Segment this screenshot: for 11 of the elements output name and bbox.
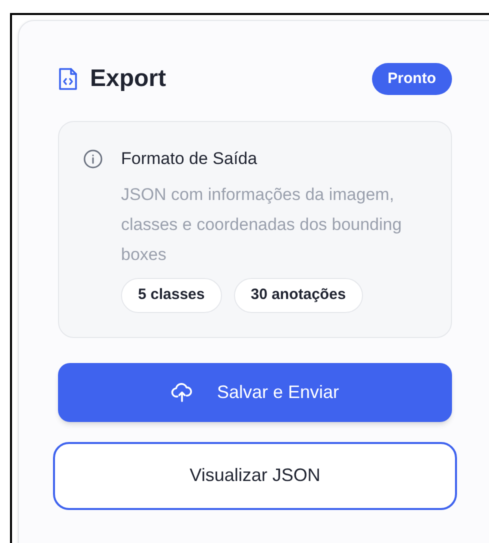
- info-icon: [83, 149, 103, 169]
- count-tag: 5 classes: [121, 278, 222, 312]
- info-title: Formato de Saída: [121, 148, 258, 170]
- code-file-icon: [58, 67, 78, 91]
- save-send-button[interactable]: Salvar e Enviar: [58, 362, 452, 422]
- view-json-button[interactable]: Visualizar JSON: [53, 442, 457, 510]
- card-title: Export: [90, 64, 166, 94]
- count-tag: 30 anotações: [234, 278, 363, 312]
- status-badge: Pronto: [372, 62, 452, 96]
- cloud-upload-icon: [170, 382, 193, 402]
- info-description: JSON com informações da imagem, classes e coordenadas dos bounding boxes: [121, 184, 403, 266]
